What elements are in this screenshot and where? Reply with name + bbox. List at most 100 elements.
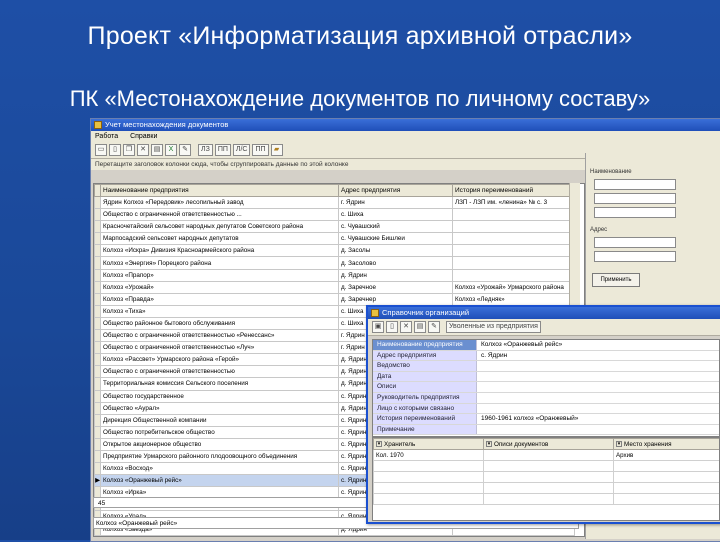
storage-cell[interactable] xyxy=(483,482,614,494)
storage-column-inventory[interactable]: ▾ Описи документов xyxy=(483,438,614,450)
dropdown-arrow-icon[interactable]: ▾ xyxy=(376,440,382,447)
toolbar-button-ls[interactable]: Л/С xyxy=(232,144,251,156)
table-row[interactable]: Общество с ограниченной ответственностью… xyxy=(94,208,575,222)
cell-name[interactable]: Общество с ограниченной ответственностью… xyxy=(100,208,339,222)
cell-name[interactable]: Колхоз «Рассвет» Урмарского района «Геро… xyxy=(100,353,339,367)
property-row[interactable]: Ведомство xyxy=(373,361,719,372)
cell-name[interactable]: Общество «Аурал» xyxy=(100,401,339,415)
property-value[interactable] xyxy=(477,393,719,403)
cell-address[interactable]: с. Шиха xyxy=(338,208,453,222)
new-document-icon[interactable]: ▯ xyxy=(109,144,121,156)
storage-cell[interactable] xyxy=(613,471,719,483)
storage-cell[interactable] xyxy=(483,449,614,461)
property-row[interactable]: Описи xyxy=(373,382,719,393)
cell-address[interactable]: г. Ядрин xyxy=(338,195,453,210)
toolbar-button-pp[interactable]: ПП xyxy=(214,144,231,156)
cell-history[interactable] xyxy=(452,232,575,246)
cell-name[interactable]: Колхоз «Восход» xyxy=(100,462,339,476)
column-header-address[interactable]: Адрес предприятия xyxy=(338,184,453,197)
dialog-tools-icon[interactable]: ✎ xyxy=(428,321,440,333)
folder-icon[interactable]: ▰ xyxy=(270,144,283,156)
cell-name[interactable]: Общество государственное xyxy=(100,389,339,403)
table-row[interactable]: Марпосадский сельсовет народных депутато… xyxy=(94,232,575,246)
cell-address[interactable]: с. Чувашский xyxy=(338,220,453,234)
cell-name[interactable]: Красночетайский сельсовет народных депут… xyxy=(100,220,339,234)
cell-name[interactable]: Колхоз «Оранжевый рейс» xyxy=(100,474,339,488)
cell-name[interactable]: Общество районное бытового обслуживания xyxy=(100,316,339,331)
cell-history[interactable] xyxy=(452,534,575,536)
filter-field-1[interactable] xyxy=(594,179,676,190)
property-value[interactable]: 1960-1961 колхоз «Оранжевый» xyxy=(477,414,719,424)
storage-column-place[interactable]: ▾ Место хранения xyxy=(613,438,719,450)
copy-icon[interactable]: ❐ xyxy=(123,144,135,156)
dialog-print-icon[interactable]: ▤ xyxy=(414,321,426,333)
storage-cell[interactable] xyxy=(373,471,484,483)
cell-name[interactable]: Колхоз «Урожай» xyxy=(100,280,339,294)
cell-history[interactable] xyxy=(452,256,575,270)
storage-row[interactable]: Кол. 1970 Архив xyxy=(373,449,719,461)
dialog-titlebar[interactable]: Справочник организаций xyxy=(368,307,720,319)
cell-history[interactable] xyxy=(452,220,575,234)
cell-name[interactable]: Колхоз «Искра» Дивизия Красноармейского … xyxy=(100,244,339,258)
table-row[interactable]: Красночетайский сельсовет народных депут… xyxy=(94,220,575,234)
storage-cell[interactable] xyxy=(483,493,614,505)
filter-field-2[interactable] xyxy=(594,193,676,204)
property-value[interactable] xyxy=(477,404,719,414)
cell-name[interactable]: Колхоз «Энергия» Порецкого района xyxy=(100,256,339,270)
storage-cell[interactable] xyxy=(373,482,484,494)
cell-name[interactable]: Колхоз «Прапор» xyxy=(100,268,339,282)
table-row[interactable]: Колхоз «Искра» Дивизия Красноармейского … xyxy=(94,244,575,258)
tools-icon[interactable]: ✎ xyxy=(179,144,191,156)
cell-name[interactable]: Колхоз «Правда» xyxy=(100,292,339,306)
property-value[interactable] xyxy=(477,361,719,371)
cell-name[interactable]: Дирекция Общественной компании xyxy=(100,413,339,427)
storage-row[interactable] xyxy=(373,482,719,494)
toolbar-button-lz[interactable]: ЛЗ xyxy=(198,144,213,156)
cell-name[interactable]: Общество с ограниченной ответственностью xyxy=(100,365,339,379)
property-row[interactable]: Адрес предприятия с. Ядрин xyxy=(373,350,719,362)
property-row[interactable]: Лицо с которыми связано xyxy=(373,403,719,415)
cell-address[interactable]: с. Чувашские Бишлеи xyxy=(338,232,453,246)
table-row[interactable]: Ядрин Колхоз «Передовик» лесопильный зав… xyxy=(94,195,575,210)
storage-cell[interactable] xyxy=(373,493,484,505)
cell-name[interactable]: Территориальная комиссия Сельского посел… xyxy=(100,377,339,391)
cell-name[interactable]: Общество с ограниченной ответственностью… xyxy=(100,329,339,343)
property-value[interactable] xyxy=(477,372,719,382)
cell-address[interactable]: д. Засолово xyxy=(338,256,453,270)
cell-name[interactable]: Марпосадский сельсовет народных депутато… xyxy=(100,232,339,246)
table-row[interactable]: Колхоз «Энергия» Порецкого района д. Засо… xyxy=(94,256,575,270)
filter-field-5[interactable] xyxy=(594,251,676,262)
storage-row[interactable] xyxy=(373,471,719,483)
cell-name[interactable]: Открытое акционерное общество xyxy=(100,437,339,451)
menu-item-references[interactable]: Справки xyxy=(130,133,157,140)
cell-history[interactable] xyxy=(452,208,575,222)
dropdown-arrow-icon[interactable]: ▾ xyxy=(616,440,622,447)
cell-name[interactable]: Колхоз «Тиха» xyxy=(100,304,339,318)
dialog-new-icon[interactable]: ▯ xyxy=(386,321,398,333)
cell-address[interactable]: д. Ядрин xyxy=(338,534,453,536)
column-header-history[interactable]: История переименований xyxy=(452,184,575,197)
dropdown-arrow-icon[interactable]: ▾ xyxy=(486,440,492,447)
storage-cell[interactable] xyxy=(483,460,614,472)
delete-icon[interactable]: ✕ xyxy=(137,144,149,156)
property-value[interactable] xyxy=(477,382,719,392)
property-row[interactable]: Наименование предприятия Колхоз «Оранжевы… xyxy=(373,340,719,351)
cell-address[interactable]: д. Заречнер xyxy=(338,292,453,306)
storage-cell[interactable] xyxy=(613,460,719,472)
cell-name[interactable]: Общество с ограниченной ответственностью… xyxy=(100,341,339,355)
storage-cell[interactable] xyxy=(613,493,719,505)
property-row[interactable]: Дата xyxy=(373,371,719,383)
menu-item-work[interactable]: Работа xyxy=(95,133,118,140)
storage-cell[interactable]: Кол. 1970 xyxy=(373,449,484,461)
property-value[interactable]: Колхоз «Оранжевый рейс» xyxy=(477,340,719,350)
filter-field-4[interactable] xyxy=(594,237,676,248)
cell-name[interactable]: Ядрин Колхоз «Передовик» лесопильный зав… xyxy=(100,195,339,210)
dialog-dismissed-button[interactable]: Уволенные из предприятия xyxy=(446,321,541,333)
property-value[interactable] xyxy=(477,425,719,435)
table-row[interactable]: Колхоз «Правда» д. Заречнер Колхоз «Ледняк… xyxy=(94,292,575,306)
storage-cell[interactable] xyxy=(483,471,614,483)
storage-cell[interactable] xyxy=(613,482,719,494)
table-row[interactable]: Колхоз «Хобыров»д. Ядрин xyxy=(94,534,575,536)
cell-address[interactable]: д. Заречное xyxy=(338,280,453,294)
apply-filter-button[interactable]: Применить xyxy=(592,273,640,287)
